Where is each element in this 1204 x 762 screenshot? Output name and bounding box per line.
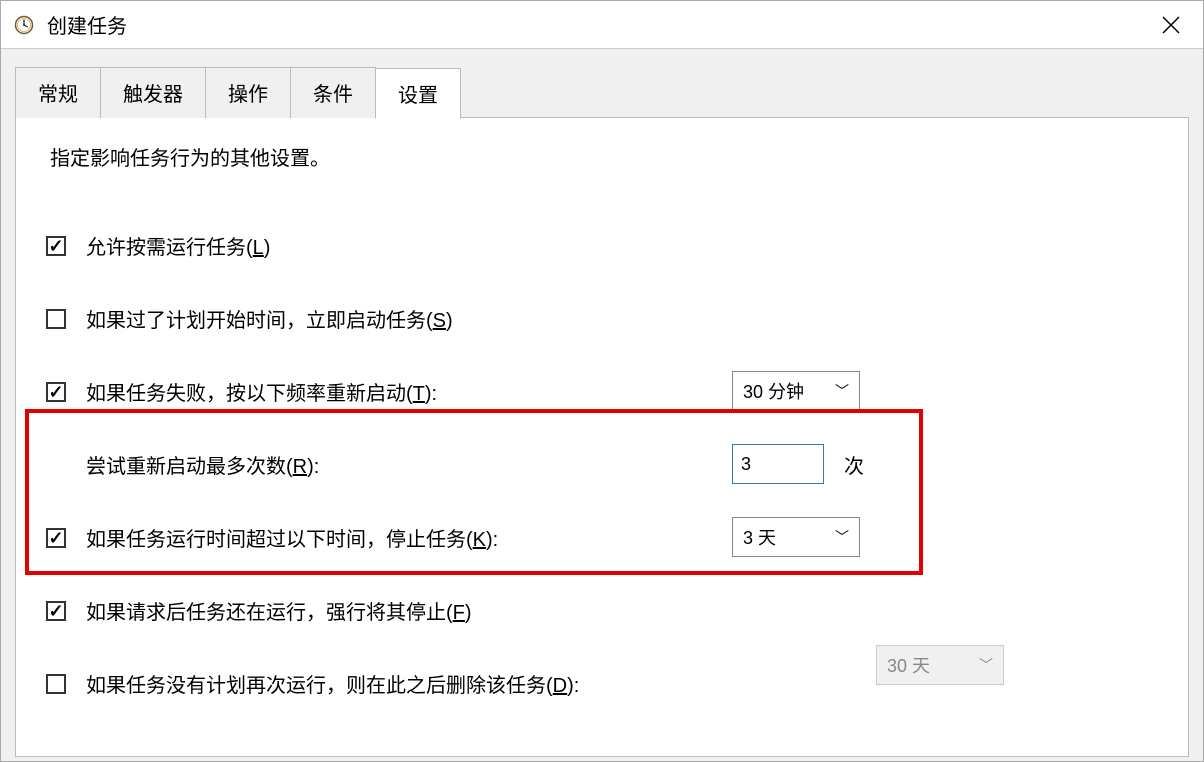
titlebar: 创建任务	[1, 1, 1203, 49]
select-delete-after: 30 天 ﹀	[876, 645, 1004, 685]
chevron-down-icon: ﹀	[835, 527, 849, 547]
label-stop-after[interactable]: 如果任务运行时间超过以下时间，停止任务(K):	[86, 523, 498, 552]
label-restart-on-fail[interactable]: 如果任务失败，按以下频率重新启动(T):	[86, 377, 437, 406]
checkbox-run-asap[interactable]	[46, 309, 66, 329]
label-allow-on-demand[interactable]: 允许按需运行任务(L)	[86, 231, 270, 260]
row-restart-on-fail: 如果任务失败，按以下频率重新启动(T): 30 分钟 ﹀	[46, 377, 1158, 406]
select-restart-interval[interactable]: 30 分钟 ﹀	[732, 371, 860, 411]
row-stop-after: 如果任务运行时间超过以下时间，停止任务(K): 3 天 ﹀	[46, 523, 1158, 552]
tab-general[interactable]: 常规	[15, 67, 101, 118]
row-retry-count: 尝试重新启动最多次数(R): 次	[86, 450, 1158, 479]
checkbox-force-stop[interactable]	[46, 601, 66, 621]
input-retry-count[interactable]	[732, 444, 824, 484]
tab-triggers[interactable]: 触发器	[100, 67, 206, 118]
settings-panel: 指定影响任务行为的其他设置。 允许按需运行任务(L) 如果过了计划开始时间，立即…	[15, 117, 1189, 757]
tab-actions[interactable]: 操作	[205, 67, 291, 118]
tab-strip: 常规 触发器 操作 条件 设置	[15, 67, 1189, 118]
create-task-dialog: 创建任务 常规 触发器 操作 条件 设置 指定影响任务行为的其他设置。 允许按需…	[0, 0, 1204, 762]
close-button[interactable]	[1151, 5, 1191, 45]
checkbox-allow-on-demand[interactable]	[46, 236, 66, 256]
client-area: 常规 触发器 操作 条件 设置 指定影响任务行为的其他设置。 允许按需运行任务(…	[1, 49, 1203, 761]
window-title: 创建任务	[47, 10, 127, 39]
label-force-stop[interactable]: 如果请求后任务还在运行，强行将其停止(F)	[86, 596, 472, 625]
row-delete-after: 如果任务没有计划再次运行，则在此之后删除该任务(D): 30 天 ﹀	[46, 669, 1158, 698]
chevron-down-icon: ﹀	[979, 655, 993, 675]
label-run-asap[interactable]: 如果过了计划开始时间，立即启动任务(S)	[86, 304, 453, 333]
row-force-stop: 如果请求后任务还在运行，强行将其停止(F)	[46, 596, 1158, 625]
checkbox-stop-after[interactable]	[46, 528, 66, 548]
task-scheduler-icon	[13, 14, 35, 36]
panel-description: 指定影响任务行为的其他设置。	[50, 142, 1158, 171]
tab-settings[interactable]: 设置	[375, 68, 461, 119]
checkbox-restart-on-fail[interactable]	[46, 382, 66, 402]
row-allow-on-demand: 允许按需运行任务(L)	[46, 231, 1158, 260]
row-run-asap: 如果过了计划开始时间，立即启动任务(S)	[46, 304, 1158, 333]
chevron-down-icon: ﹀	[835, 381, 849, 401]
label-retry-count[interactable]: 尝试重新启动最多次数(R):	[86, 450, 319, 479]
checkbox-delete-after[interactable]	[46, 674, 66, 694]
label-delete-after[interactable]: 如果任务没有计划再次运行，则在此之后删除该任务(D):	[86, 669, 579, 698]
select-stop-after[interactable]: 3 天 ﹀	[732, 517, 860, 557]
tab-conditions[interactable]: 条件	[290, 67, 376, 118]
retry-count-suffix: 次	[844, 450, 864, 479]
close-icon	[1162, 16, 1180, 34]
